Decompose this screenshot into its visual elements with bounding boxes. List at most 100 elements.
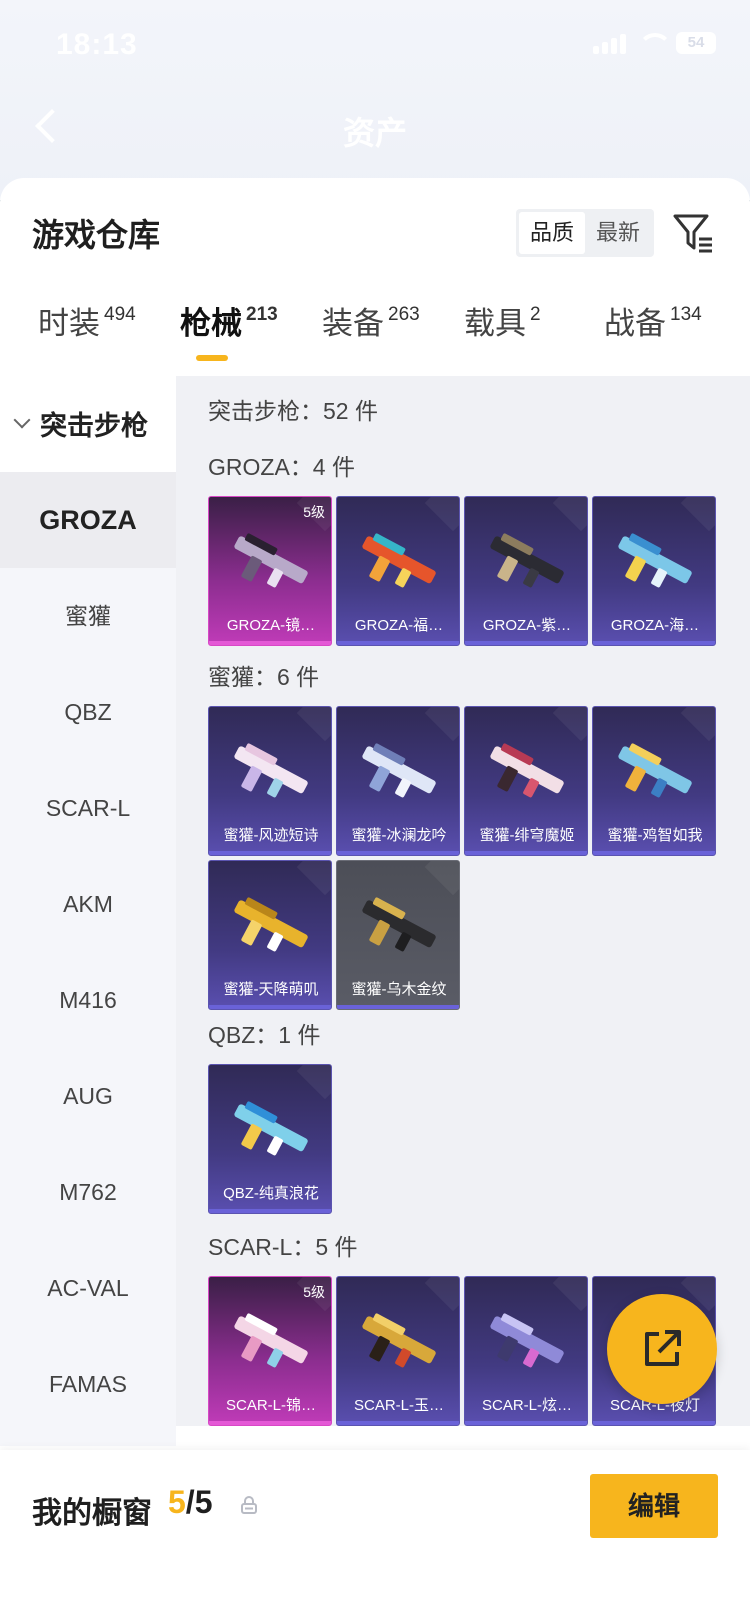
- showcase-current: 5: [168, 1484, 186, 1520]
- sidebar-item-ac-val[interactable]: AC-VAL: [0, 1240, 176, 1336]
- tab-gear[interactable]: 战备 134: [604, 298, 702, 343]
- sidebar-group-label: 突击步枪: [40, 411, 148, 441]
- weapon-name: SCAR-L-炫…: [481, 1397, 572, 1414]
- sidebar-item-honey-badger[interactable]: 蜜獾: [0, 568, 176, 664]
- section-label: GROZA：4 件: [208, 454, 355, 480]
- weapon-image: [234, 1101, 308, 1156]
- weapon-card[interactable]: SCAR-L-炫…: [464, 1276, 588, 1426]
- status-time: 18:13: [56, 28, 138, 61]
- sidebar-group-assault-rifles[interactable]: 突击步枪: [0, 376, 176, 472]
- tab-count: 134: [670, 304, 702, 325]
- section-label: QBZ：1 件: [208, 1022, 321, 1048]
- tab-count: 213: [246, 304, 278, 325]
- sidebar-item-aug[interactable]: AUG: [0, 1048, 176, 1144]
- category-total: 突击步枪：52 件: [208, 398, 378, 424]
- weapon-list: 突击步枪：52 件 GROZA：4 件 5级 GROZA-镜… GROZA-福……: [176, 376, 750, 1426]
- sidebar-item-famas[interactable]: FAMAS: [0, 1336, 176, 1432]
- rarity-strip: [465, 851, 587, 855]
- sort-toggle: 品质 最新: [516, 209, 654, 257]
- sort-quality-button[interactable]: 品质: [519, 212, 585, 254]
- signal-icon: [593, 32, 626, 54]
- weapon-name: GROZA-紫…: [482, 617, 572, 634]
- sidebar-item-m762[interactable]: M762: [0, 1144, 176, 1240]
- weapon-card[interactable]: 蜜獾-鸡智如我: [592, 706, 716, 856]
- edit-button[interactable]: 编辑: [590, 1474, 718, 1538]
- share-button[interactable]: [607, 1294, 717, 1404]
- sidebar-item-groza[interactable]: GROZA: [0, 472, 176, 568]
- filter-icon[interactable]: [672, 212, 716, 254]
- page-title: 资产: [342, 115, 407, 151]
- weapon-card[interactable]: 蜜獾-冰澜龙吟: [336, 706, 460, 856]
- weapon-image: [490, 1313, 564, 1368]
- weapon-name: SCAR-L-玉…: [353, 1397, 444, 1414]
- weapon-image: [234, 743, 308, 798]
- sidebar-item-qbz[interactable]: QBZ: [0, 664, 176, 760]
- category-tabs: 时装 494 枪械 213 装备 263 载具 2 战备 134: [0, 298, 750, 358]
- weapon-card[interactable]: QBZ-纯真浪花: [208, 1064, 332, 1214]
- showcase-bar: 我的橱窗 5/5 编辑: [0, 1450, 750, 1624]
- chevron-down-icon: [13, 411, 31, 429]
- share-external-icon: [645, 1330, 681, 1366]
- weapon-card[interactable]: GROZA-福…: [336, 496, 460, 646]
- rarity-strip: [209, 1421, 331, 1425]
- weapon-name: 蜜獾-乌木金纹: [351, 981, 447, 998]
- rarity-strip: [465, 641, 587, 645]
- weapon-name: 蜜獾-风迹短诗: [223, 827, 319, 844]
- tab-count: 263: [388, 304, 420, 325]
- tab-count: 494: [104, 304, 136, 325]
- tab-label: 枪械: [180, 306, 242, 341]
- rarity-strip: [337, 1005, 459, 1009]
- rarity-strip: [337, 1421, 459, 1425]
- rarity-strip: [593, 851, 715, 855]
- status-icons: 54: [593, 32, 716, 54]
- sidebar-item-akm[interactable]: AKM: [0, 856, 176, 952]
- weapon-image: [362, 533, 436, 588]
- weapon-card[interactable]: 蜜獾-天降萌叽: [208, 860, 332, 1010]
- weapon-card[interactable]: 蜜獾-乌木金纹: [336, 860, 460, 1010]
- rarity-strip: [209, 851, 331, 855]
- rarity-strip: [465, 1421, 587, 1425]
- lock-icon: [241, 1496, 257, 1514]
- sort-newest-button[interactable]: 最新: [585, 212, 651, 254]
- weapon-image: [490, 743, 564, 798]
- weapon-name: GROZA-镜…: [226, 617, 316, 634]
- showcase-total: 5: [194, 1484, 213, 1520]
- tab-fashion[interactable]: 时装 494: [38, 298, 136, 343]
- tab-label: 装备: [322, 306, 384, 341]
- weapon-name: SCAR-L-锦…: [225, 1397, 316, 1414]
- weapon-name: QBZ-纯真浪花: [223, 1185, 319, 1202]
- weapon-image: [490, 533, 564, 588]
- active-tab-indicator: [196, 355, 228, 361]
- tab-weapons[interactable]: 枪械 213: [180, 298, 278, 343]
- tab-vehicles[interactable]: 载具 2: [464, 298, 541, 343]
- tab-equipment[interactable]: 装备 263: [322, 298, 420, 343]
- weapon-image: [362, 743, 436, 798]
- tab-count: 2: [530, 304, 541, 325]
- sidebar-item-scar-l[interactable]: SCAR-L: [0, 760, 176, 856]
- rarity-strip: [209, 1209, 331, 1213]
- wifi-icon: [638, 33, 672, 53]
- weapon-card[interactable]: 蜜獾-绯穹魔姬: [464, 706, 588, 856]
- weapon-image: [618, 533, 692, 588]
- weapon-name: 蜜獾-冰澜龙吟: [351, 827, 447, 844]
- weapon-card[interactable]: SCAR-L-玉…: [336, 1276, 460, 1426]
- weapon-card[interactable]: GROZA-海…: [592, 496, 716, 646]
- weapon-name: 蜜獾-鸡智如我: [607, 827, 703, 844]
- rarity-strip: [593, 1421, 715, 1425]
- rarity-strip: [337, 851, 459, 855]
- section-label: 蜜獾：6 件: [208, 664, 320, 690]
- sidebar-item-m416[interactable]: M416: [0, 952, 176, 1048]
- warehouse-sheet: 游戏仓库 品质 最新 时装 494 枪械 213 装备 263 载具 2 战备 134 突…: [0, 178, 750, 1624]
- rarity-strip: [593, 641, 715, 645]
- tab-label: 时装: [38, 306, 100, 341]
- weapon-card[interactable]: GROZA-紫…: [464, 496, 588, 646]
- weapon-card[interactable]: 蜜獾-风迹短诗: [208, 706, 332, 856]
- weapon-image: [234, 1313, 308, 1368]
- weapon-card[interactable]: 5级 GROZA-镜…: [208, 496, 332, 646]
- section-label: SCAR-L：5 件: [208, 1234, 358, 1260]
- weapon-image: [234, 533, 308, 588]
- tab-label: 载具: [464, 306, 526, 341]
- warehouse-title: 游戏仓库: [32, 217, 161, 253]
- battery-icon: 54: [676, 32, 716, 54]
- weapon-card[interactable]: 5级 SCAR-L-锦…: [208, 1276, 332, 1426]
